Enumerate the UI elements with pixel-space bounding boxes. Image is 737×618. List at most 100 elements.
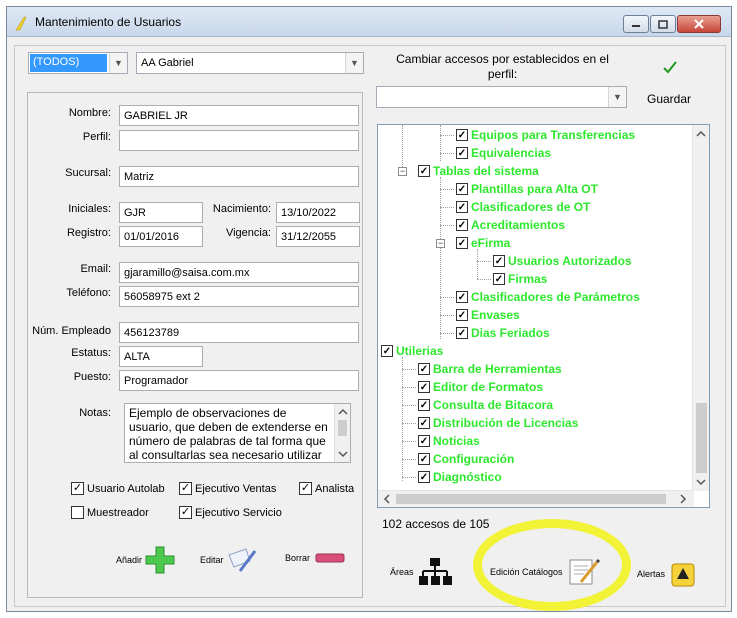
autolab-check-box[interactable]: ✓ — [71, 482, 84, 495]
analista-check-box[interactable]: ✓ — [299, 482, 312, 495]
tree-node-checkbox[interactable]: ✓ — [456, 219, 468, 231]
scroll-right-icon[interactable] — [676, 491, 690, 507]
estatus-field[interactable]: ALTA — [119, 346, 203, 367]
tree-node-checkbox[interactable]: ✓ — [493, 273, 505, 285]
scroll-up-icon[interactable] — [693, 127, 709, 141]
tree-node[interactable]: ✓ Equivalencias — [456, 145, 551, 161]
puesto-field[interactable]: Programador — [119, 370, 359, 391]
alerts-button[interactable]: Alertas — [637, 560, 697, 588]
tree-node-checkbox[interactable]: ✓ — [418, 165, 430, 177]
tree-node[interactable]: ✓ eFirma — [456, 235, 510, 251]
tree-node[interactable]: ✓ Clasificadores de Parámetros — [456, 289, 640, 305]
autolab-checkbox[interactable]: ✓ Usuario Autolab — [71, 482, 165, 495]
tree-node-checkbox[interactable]: ✓ — [456, 237, 468, 249]
tree-node[interactable]: ✓ Acreditamientos — [456, 217, 565, 233]
collapse-icon[interactable]: − — [398, 167, 407, 176]
maximize-button[interactable] — [650, 15, 676, 33]
servicio-checkbox[interactable]: ✓ Ejecutivo Servicio — [179, 506, 282, 519]
tree-node-checkbox[interactable]: ✓ — [381, 345, 393, 357]
tree-node[interactable]: ✓ Envases — [456, 307, 520, 323]
nacimiento-field[interactable]: 13/10/2022 — [276, 202, 360, 223]
scroll-down-icon[interactable] — [693, 475, 709, 489]
tree-node-checkbox[interactable]: ✓ — [456, 291, 468, 303]
muestreador-checkbox[interactable]: Muestreador — [71, 506, 149, 519]
tree-node[interactable]: ✓ Editor de Formatos — [418, 379, 543, 395]
areas-button[interactable]: Áreas — [390, 556, 452, 588]
tree-node-checkbox[interactable]: ✓ — [456, 327, 468, 339]
save-button[interactable]: Guardar — [647, 92, 691, 106]
notas-textarea[interactable]: Ejemplo de observaciones de usuario, que… — [124, 403, 351, 463]
tree-node[interactable]: ✓ Configuración — [418, 451, 514, 467]
tree-node-checkbox[interactable]: ✓ — [456, 147, 468, 159]
tree-node[interactable]: ✓ Equipos para Transferencias — [456, 127, 635, 143]
iniciales-field[interactable]: GJR — [119, 202, 203, 223]
tree-node[interactable]: ✓ Barra de Herramientas — [418, 361, 562, 377]
tree-node[interactable]: ✓ Plantillas para Alta OT — [456, 181, 598, 197]
ventas-check-box[interactable]: ✓ — [179, 482, 192, 495]
scroll-down-icon[interactable] — [336, 448, 350, 460]
tree-node-label: Distribución de Licencias — [433, 416, 579, 430]
collapse-icon[interactable]: − — [436, 239, 445, 248]
tree-node-checkbox[interactable]: ✓ — [418, 471, 430, 483]
nombre-field[interactable]: GABRIEL JR — [119, 105, 359, 126]
tree-node-checkbox[interactable]: ✓ — [418, 363, 430, 375]
tree-node[interactable]: ✓ Consulta de Bitacora — [418, 397, 553, 413]
tree-line — [402, 405, 416, 406]
save-checkmark[interactable] — [640, 60, 700, 80]
minimize-button[interactable] — [623, 15, 649, 33]
notas-scroll-thumb[interactable] — [338, 420, 347, 436]
tree-node[interactable]: ✓ Utilerias — [381, 343, 443, 359]
chevron-down-icon[interactable]: ▼ — [608, 87, 626, 107]
nombre-label: Nombre: — [68, 107, 111, 119]
analista-checkbox[interactable]: ✓ Analista — [299, 482, 354, 495]
tree-horizontal-scroll-thumb[interactable] — [396, 494, 666, 504]
ventas-checkbox[interactable]: ✓ Ejecutivo Ventas — [179, 482, 276, 495]
telefono-field[interactable]: 56058975 ext 2 — [119, 286, 359, 307]
tree-node-checkbox[interactable]: ✓ — [418, 453, 430, 465]
user-select[interactable]: AA Gabriel ▼ — [136, 52, 364, 74]
chevron-down-icon[interactable]: ▼ — [345, 53, 363, 73]
tree-node[interactable]: ✓ Distribución de Licencias — [418, 415, 578, 431]
chevron-down-icon[interactable]: ▼ — [109, 53, 127, 73]
tree-node[interactable]: ✓ Noticias — [418, 433, 480, 449]
tree-node-checkbox[interactable]: ✓ — [456, 201, 468, 213]
tree-node-checkbox[interactable]: ✓ — [418, 399, 430, 411]
close-button[interactable] — [677, 15, 721, 33]
profile-select[interactable]: ▼ — [376, 86, 627, 108]
edit-button[interactable]: Editar — [200, 545, 258, 575]
tree-node[interactable]: ✓ Diagnóstico — [418, 469, 502, 485]
scroll-left-icon[interactable] — [380, 491, 394, 507]
add-button[interactable]: Añadir — [116, 545, 176, 575]
tree-node[interactable]: ✓ Clasificadores de OT — [456, 199, 590, 215]
sucursal-field[interactable]: Matriz — [119, 166, 359, 187]
scroll-up-icon[interactable] — [336, 406, 350, 418]
tree-node-checkbox[interactable]: ✓ — [456, 183, 468, 195]
empleado-field[interactable]: 456123789 — [119, 322, 359, 343]
tree-vertical-scroll-thumb[interactable] — [696, 403, 707, 473]
tree-node[interactable]: ✓ Tablas del sistema — [418, 163, 539, 179]
tree-node-checkbox[interactable]: ✓ — [493, 255, 505, 267]
tree-node[interactable]: ✓ Dias Feriados — [456, 325, 550, 341]
tree-node-checkbox[interactable]: ✓ — [418, 417, 430, 429]
muestreador-check-box[interactable] — [71, 506, 84, 519]
registro-field[interactable]: 01/01/2016 — [119, 226, 203, 247]
access-tree[interactable]: − − ✓ Equipos para Transferencias ✓ Equiva… — [377, 124, 710, 508]
tree-node[interactable]: ✓ Firmas — [493, 271, 547, 287]
tree-line — [440, 225, 454, 226]
perfil-field[interactable] — [119, 130, 359, 151]
notas-scrollbar[interactable] — [334, 404, 350, 462]
tree-node[interactable]: ✓ Usuarios Autorizados — [493, 253, 632, 269]
title-bar: Mantenimiento de Usuarios — [7, 7, 731, 37]
email-field[interactable]: gjaramillo@saisa.com.mx — [119, 262, 359, 283]
vigencia-field[interactable]: 31/12/2055 — [276, 226, 360, 247]
delete-button[interactable]: Borrar — [285, 551, 346, 565]
servicio-check-box[interactable]: ✓ — [179, 506, 192, 519]
tree-node-checkbox[interactable]: ✓ — [456, 309, 468, 321]
tree-node-checkbox[interactable]: ✓ — [418, 381, 430, 393]
window-title: Mantenimiento de Usuarios — [35, 15, 182, 29]
tree-node-checkbox[interactable]: ✓ — [418, 435, 430, 447]
filter-select[interactable]: (TODOS) ▼ — [28, 52, 128, 74]
tree-node-checkbox[interactable]: ✓ — [456, 129, 468, 141]
tree-vertical-scrollbar[interactable] — [692, 125, 709, 491]
tree-horizontal-scrollbar[interactable] — [378, 490, 694, 507]
